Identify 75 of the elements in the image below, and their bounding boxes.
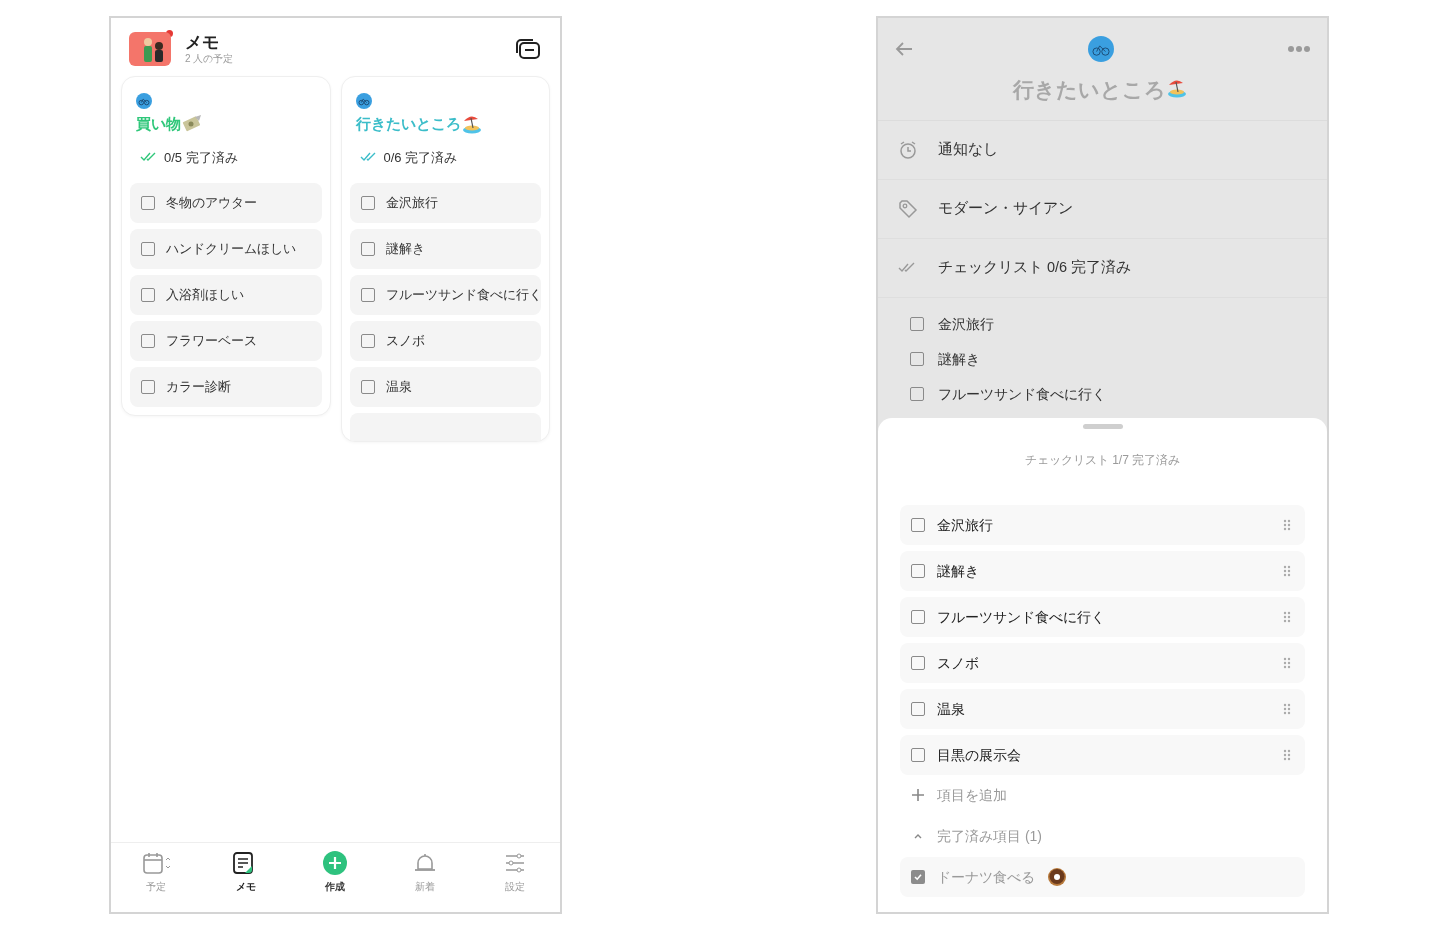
checklist-item[interactable]: スノボ (349, 321, 541, 361)
checklist-item[interactable]: 金沢旅行 (349, 183, 541, 223)
checklist-item[interactable]: 冬物のアウター (130, 183, 322, 223)
checkbox[interactable] (141, 288, 155, 302)
checklist-item-text: フルーツサンド食べに行く (938, 384, 1106, 404)
more-icon[interactable] (1287, 45, 1311, 53)
checklist-item[interactable]: カラー診断 (130, 367, 322, 407)
progress-text: 0/5 完了済み (164, 148, 238, 167)
checklist-item[interactable]: 入浴剤ほしい (130, 275, 322, 315)
detail-row-text: 通知なし (938, 139, 998, 159)
checklist-item[interactable]: フルーツサンド食べに行く (349, 275, 541, 315)
checklist-item[interactable]: 温泉 (900, 689, 1305, 729)
screen-title: メモ (185, 33, 220, 53)
checklist-item[interactable]: 金沢旅行 (900, 505, 1305, 545)
checkbox[interactable] (360, 380, 375, 394)
checkbox[interactable] (911, 748, 925, 762)
checklist-item[interactable]: 目黒の展示会 (900, 735, 1305, 775)
checkbox[interactable] (360, 196, 375, 210)
checkbox[interactable] (911, 870, 925, 884)
drag-handle-icon (1283, 657, 1291, 669)
drag-handle[interactable] (1082, 424, 1123, 429)
checkbox[interactable] (141, 380, 155, 394)
checklist-item-text: 金沢旅行 (938, 314, 994, 334)
drag-handle-icon (1283, 749, 1291, 761)
memo-card[interactable]: 買い物 0/5 完了済み 冬物のアウター ハンドクリームほしい 入浴剤ほしい フラワーベース カラー診断 (121, 76, 331, 416)
memo-card[interactable]: 行きたいところ 0/6 完了済み 金沢旅行 謎解き フルーツサンド食べに行く スノボ 温泉 (340, 76, 550, 442)
tab-bar-item[interactable]: メモ (200, 851, 291, 894)
calendar-icon (140, 851, 171, 875)
checkbox[interactable] (911, 518, 925, 532)
detail-row-text: モダーン・サイアン (938, 198, 1073, 218)
checkbox[interactable] (911, 610, 925, 624)
screen-subtitle: 2 人の予定 (185, 53, 234, 65)
drag-handle-icon (1283, 519, 1291, 531)
checkbox[interactable] (910, 317, 924, 331)
card-title: 行きたいところ (355, 114, 461, 134)
checklist-item[interactable]: フラワーベース (130, 321, 322, 361)
card-title: 買い物 (136, 114, 181, 134)
checklist-item-text: 謎解き (938, 349, 980, 369)
detail-row-text: チェックリスト 0/6 完了済み (938, 257, 1132, 277)
checklist-item[interactable]: スノボ (900, 643, 1305, 683)
check-icon (913, 872, 923, 882)
tab-bar-item[interactable]: 作成 (290, 851, 381, 894)
checkbox[interactable] (360, 288, 375, 302)
sheet-heading: チェックリスト 1/7 完了済み (1024, 452, 1181, 469)
checkbox[interactable] (910, 352, 924, 366)
back-arrow-icon[interactable] (894, 41, 914, 57)
chat-list-icon[interactable] (514, 37, 542, 61)
drag-handle-icon (1283, 703, 1291, 715)
progress-text: 0/6 完了済み (383, 148, 458, 167)
checkbox[interactable] (141, 196, 155, 210)
checkbox[interactable] (911, 564, 925, 578)
checkbox[interactable] (911, 656, 925, 670)
checklist-item[interactable]: フルーツサンド食べに行く (900, 597, 1305, 637)
checklist-item[interactable]: 謎解き (900, 551, 1305, 591)
tag-icon (898, 198, 918, 219)
bicycle-avatar-icon (136, 93, 152, 109)
drag-handle-icon (1283, 565, 1291, 577)
checklist-item[interactable]: 温泉 (349, 367, 541, 407)
checkbox[interactable] (910, 387, 924, 401)
donut-icon (1047, 867, 1067, 887)
couple-avatar (129, 32, 171, 66)
beach-umbrella-icon (460, 113, 483, 136)
checkbox[interactable] (911, 702, 925, 716)
checkbox[interactable] (141, 242, 155, 256)
alarm-clock-icon (898, 139, 918, 160)
bicycle-avatar-icon (355, 93, 372, 109)
drag-handle-icon (1283, 611, 1291, 623)
checkbox[interactable] (141, 334, 155, 348)
checklist-item[interactable]: 謎解き (349, 229, 541, 269)
checkbox[interactable] (360, 242, 375, 256)
detail-title: 行きたいところ (1013, 77, 1166, 103)
checkbox[interactable] (360, 334, 375, 348)
plus-icon (911, 788, 925, 802)
bicycle-avatar-icon (1087, 36, 1114, 62)
checklist-item[interactable]: ハンドクリームほしい (130, 229, 322, 269)
